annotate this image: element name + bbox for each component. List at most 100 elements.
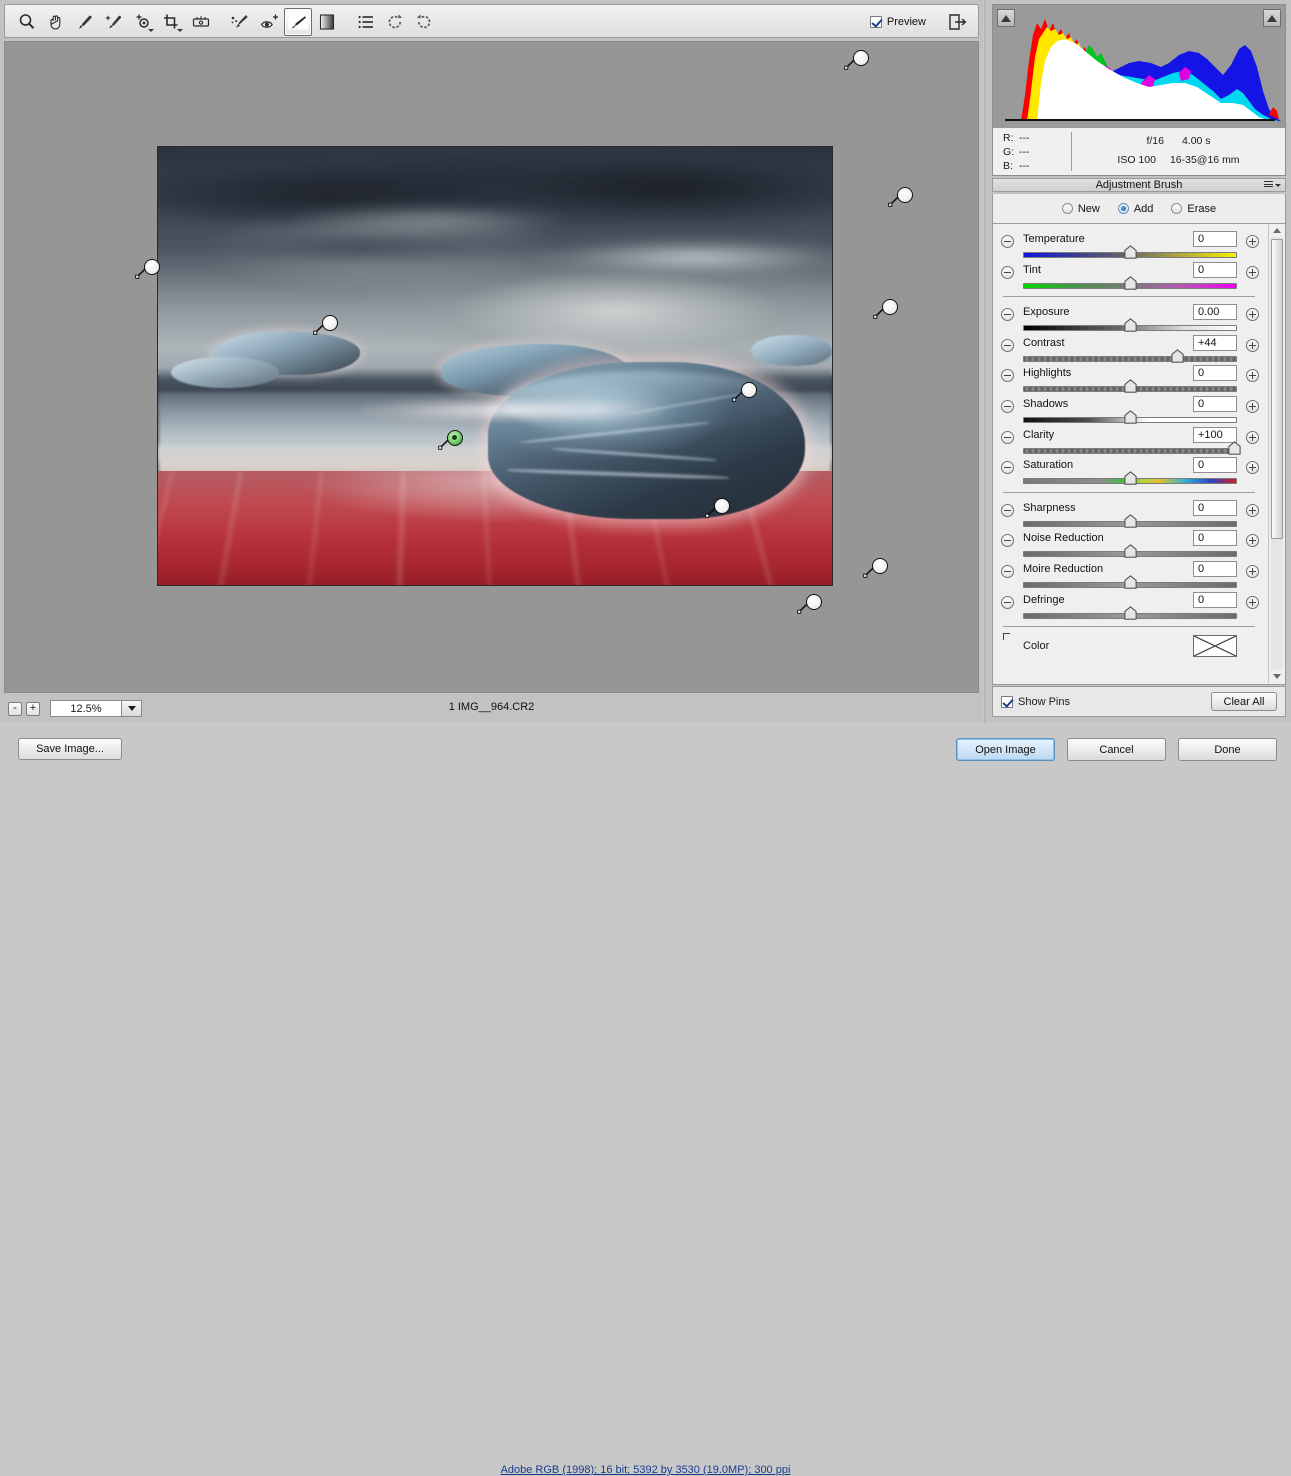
cancel-button[interactable]: Cancel	[1067, 738, 1166, 761]
decrease-contrast-icon[interactable]	[1001, 338, 1014, 352]
slider-value-exposure[interactable]: 0.00	[1193, 304, 1237, 321]
brush-pin-9[interactable]	[863, 558, 888, 578]
increase-sharpness-icon[interactable]	[1246, 503, 1259, 517]
image-canvas[interactable]	[4, 41, 979, 693]
slider-thumb-highlights[interactable]	[1123, 379, 1137, 394]
open-image-button[interactable]: Open Image	[956, 738, 1055, 761]
red-eye-removal-tool[interactable]	[255, 8, 283, 36]
targeted-adjustment-tool[interactable]	[129, 8, 157, 36]
workflow-options-link[interactable]: Adobe RGB (1998); 16 bit; 5392 by 3530 (…	[0, 1464, 1291, 1476]
slider-value-saturation[interactable]: 0	[1193, 457, 1237, 474]
panel-menu-icon[interactable]	[1264, 181, 1281, 187]
slider-thumb-noise-reduction[interactable]	[1123, 544, 1137, 559]
save-image-button[interactable]: Save Image...	[18, 738, 122, 760]
decrease-defringe-icon[interactable]	[1001, 595, 1014, 609]
scrollbar-thumb[interactable]	[1271, 239, 1283, 539]
done-button[interactable]: Done	[1178, 738, 1277, 761]
increase-contrast-icon[interactable]	[1246, 338, 1259, 352]
clear-all-button[interactable]: Clear All	[1211, 692, 1277, 711]
slider-thumb-shadows[interactable]	[1123, 410, 1137, 424]
slider-thumb-moire-reduction[interactable]	[1123, 575, 1137, 589]
decrease-saturation-icon[interactable]	[1001, 461, 1014, 475]
brush-mode-new[interactable]: New	[1061, 203, 1100, 215]
slider-value-contrast[interactable]: +44	[1193, 334, 1237, 351]
increase-exposure-icon[interactable]	[1246, 308, 1259, 322]
highlight-clipping-icon[interactable]	[1263, 9, 1281, 27]
slider-value-highlights[interactable]: 0	[1193, 365, 1237, 382]
raw-photo-preview[interactable]	[157, 146, 833, 586]
brush-pin-1[interactable]	[844, 50, 869, 70]
radio-add-icon[interactable]	[1117, 203, 1129, 214]
slider-track-clarity[interactable]	[1023, 447, 1237, 454]
decrease-shadows-icon[interactable]	[1001, 399, 1014, 413]
increase-defringe-icon[interactable]	[1246, 595, 1259, 609]
scrollbar-track[interactable]	[1271, 237, 1283, 670]
slider-thumb-saturation[interactable]	[1123, 471, 1137, 485]
presets-tool[interactable]	[352, 8, 380, 36]
increase-noise-reduction-icon[interactable]	[1246, 534, 1259, 548]
increase-clarity-icon[interactable]	[1246, 430, 1259, 444]
decrease-exposure-icon[interactable]	[1001, 308, 1014, 322]
slider-value-temperature[interactable]: 0	[1193, 231, 1237, 247]
rotate-cw-tool[interactable]	[410, 8, 438, 36]
increase-tint-icon[interactable]	[1246, 265, 1259, 279]
decrease-clarity-icon[interactable]	[1001, 430, 1014, 444]
rotate-ccw-tool[interactable]	[381, 8, 409, 36]
brush-pin-10[interactable]	[797, 594, 822, 614]
fullscreen-toggle-button[interactable]	[946, 10, 970, 34]
slider-thumb-defringe[interactable]	[1123, 605, 1137, 620]
brush-mode-erase[interactable]: Erase	[1171, 203, 1216, 215]
slider-thumb-tint[interactable]	[1123, 275, 1137, 290]
increase-temperature-icon[interactable]	[1246, 235, 1259, 248]
decrease-noise-reduction-icon[interactable]	[1001, 534, 1014, 548]
decrease-highlights-icon[interactable]	[1001, 369, 1014, 383]
slider-value-moire-reduction[interactable]: 0	[1193, 560, 1237, 577]
slider-value-shadows[interactable]: 0	[1193, 395, 1237, 412]
crop-tool[interactable]	[158, 8, 186, 36]
color-swatch[interactable]	[1193, 635, 1237, 658]
hand-tool[interactable]	[42, 8, 70, 36]
zoom-tool[interactable]	[13, 8, 41, 36]
spot-removal-tool[interactable]	[226, 8, 254, 36]
brush-pin-4[interactable]	[135, 259, 160, 279]
pin-knob[interactable]	[872, 558, 888, 574]
show-pins-toggle[interactable]: Show Pins	[1001, 695, 1070, 708]
show-pins-checkbox[interactable]	[1001, 695, 1013, 708]
slider-thumb-temperature[interactable]	[1123, 245, 1137, 259]
graduated-filter-tool[interactable]	[313, 8, 341, 36]
scroll-up-arrow[interactable]	[1269, 224, 1284, 237]
color-sampler-tool[interactable]	[100, 8, 128, 36]
radio-erase-icon[interactable]	[1171, 203, 1183, 214]
pin-knob[interactable]	[897, 187, 913, 203]
white-balance-tool[interactable]	[71, 8, 99, 36]
pin-knob[interactable]	[853, 50, 869, 66]
brush-pin-2[interactable]	[888, 187, 913, 207]
adjustment-brush-tool[interactable]	[284, 8, 312, 36]
radio-new-icon[interactable]	[1061, 203, 1073, 214]
increase-shadows-icon[interactable]	[1246, 399, 1259, 413]
shadow-clipping-icon[interactable]	[997, 9, 1015, 27]
preview-checkbox[interactable]	[869, 16, 882, 28]
increase-moire-reduction-icon[interactable]	[1246, 564, 1259, 578]
decrease-temperature-icon[interactable]	[1001, 235, 1014, 248]
straighten-tool[interactable]	[187, 8, 215, 36]
decrease-moire-reduction-icon[interactable]	[1001, 564, 1014, 578]
decrease-sharpness-icon[interactable]	[1001, 503, 1014, 517]
preview-toggle[interactable]: Preview	[869, 5, 926, 39]
pin-knob[interactable]	[882, 299, 898, 315]
slider-value-tint[interactable]: 0	[1193, 261, 1237, 278]
panel-scrollbar[interactable]	[1268, 224, 1285, 683]
brush-pin-3[interactable]	[873, 299, 898, 319]
slider-thumb-sharpness[interactable]	[1123, 514, 1137, 528]
pin-knob[interactable]	[806, 594, 822, 610]
slider-value-defringe[interactable]: 0	[1193, 591, 1237, 608]
scroll-down-arrow[interactable]	[1269, 670, 1285, 683]
increase-highlights-icon[interactable]	[1246, 369, 1259, 383]
decrease-tint-icon[interactable]	[1001, 265, 1014, 279]
slider-thumb-exposure[interactable]	[1123, 318, 1137, 332]
slider-value-sharpness[interactable]: 0	[1193, 499, 1237, 516]
increase-saturation-icon[interactable]	[1246, 461, 1259, 475]
slider-thumb-contrast[interactable]	[1170, 349, 1184, 363]
slider-thumb-clarity[interactable]	[1228, 440, 1242, 455]
slider-track-contrast[interactable]	[1023, 355, 1237, 362]
